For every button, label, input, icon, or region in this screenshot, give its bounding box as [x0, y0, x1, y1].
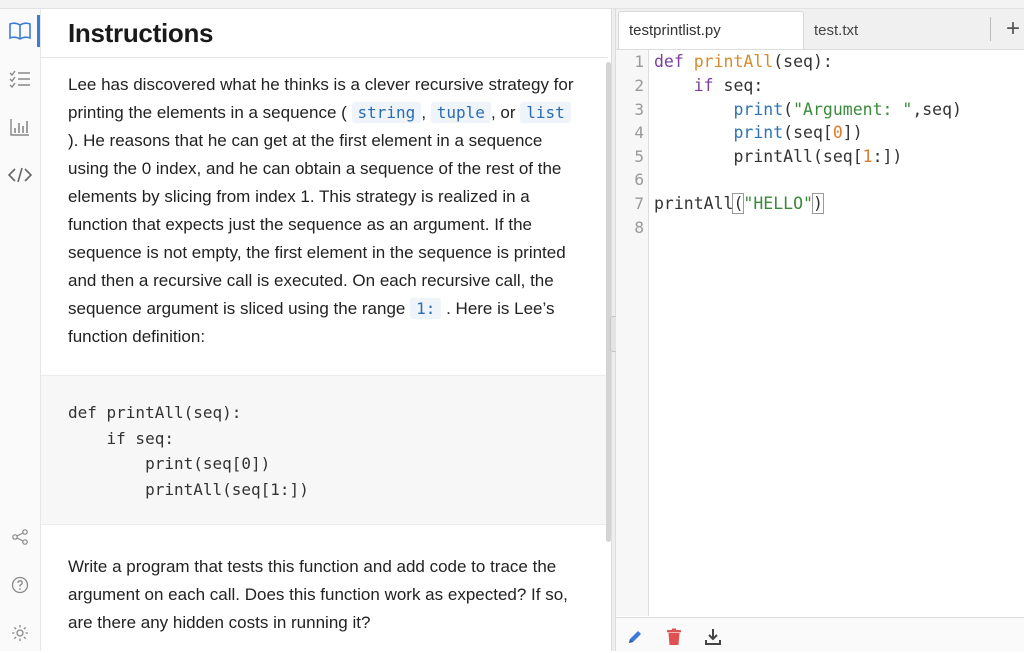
code-icon[interactable] [0, 155, 40, 195]
settings-icon[interactable] [0, 613, 40, 653]
token-string: "HELLO" [743, 194, 813, 213]
code-line: printAll(seq[1:]) [68, 479, 309, 499]
help-icon[interactable] [0, 565, 40, 605]
line-number: 1 [634, 52, 644, 71]
add-tab-button[interactable]: + [1002, 12, 1024, 46]
code-line: def printAll(seq): [68, 403, 242, 422]
tab-testprintlist[interactable]: testprintlist.py [618, 11, 804, 49]
tab-test-txt[interactable]: test.txt [804, 11, 984, 49]
share-icon[interactable] [0, 517, 40, 557]
token-bracket-match: ( [732, 193, 745, 214]
text: , [421, 103, 431, 122]
inline-code-tuple: tuple [430, 102, 491, 123]
code-editor[interactable]: def printAll(seq): if seq: print("Argume… [654, 50, 1020, 616]
token-keyword: if [693, 76, 714, 95]
trash-icon[interactable] [663, 626, 685, 648]
instructions-panel: Instructions Lee has discovered what he … [41, 9, 608, 651]
top-strip [0, 0, 1024, 9]
inline-code-list: list [520, 102, 571, 123]
code-line: print(seq[0]) [68, 454, 271, 473]
token-number: 0 [832, 123, 843, 142]
line-number: 4 [634, 123, 644, 142]
code-line: if seq: [68, 428, 174, 448]
token-text: :]) [872, 147, 903, 166]
line-number: 6 [634, 170, 644, 189]
book-icon[interactable] [0, 11, 40, 51]
token-keyword: def [654, 52, 684, 71]
token-builtin: print [733, 100, 784, 119]
download-icon[interactable] [702, 626, 724, 648]
code-line-1: def printAll(seq): [654, 52, 833, 71]
token-text: seq: [713, 76, 764, 95]
instructions-paragraph: Lee has discovered what he thinks is a c… [41, 71, 608, 351]
pencil-icon[interactable] [624, 626, 646, 648]
tab-separator [990, 17, 991, 41]
line-number: 5 [634, 147, 644, 166]
code-line-3: print("Argument: ",seq) [654, 100, 962, 119]
code-line-5: printAll(seq[1:]) [654, 147, 902, 166]
checklist-icon[interactable] [0, 59, 40, 99]
code-line-2: if seq: [654, 76, 764, 95]
inline-code-range: 1: [410, 298, 442, 319]
code-line-7: printAll("HELLO") [654, 193, 824, 214]
question-paragraph: Write a program that tests this function… [68, 557, 568, 632]
token-text: (seq): [773, 52, 833, 71]
line-number: 2 [634, 76, 644, 95]
inline-code-string: string [351, 102, 422, 123]
token-bracket-match: ) [811, 193, 824, 214]
token-text: printAll [654, 194, 734, 213]
token-text: (seq[ [783, 123, 833, 142]
line-number: 3 [634, 100, 644, 119]
line-number-gutter: 1 2 3 4 5 6 7 8 [616, 50, 649, 616]
text: , or [490, 103, 521, 122]
line-number: 7 [634, 194, 644, 213]
token-number: 1 [862, 147, 873, 166]
token-text: ( [783, 100, 794, 119]
code-line-4: print(seq[0]) [654, 123, 863, 142]
chart-icon[interactable] [0, 107, 40, 147]
token-text: printAll(seq[ [733, 147, 863, 166]
icon-rail [0, 9, 41, 651]
instructions-title: Instructions [68, 17, 214, 48]
instructions-header: Instructions [41, 9, 608, 58]
text: ). He reasons that he can get at the fir… [68, 131, 566, 318]
token-builtin: print [733, 123, 784, 142]
token-text: ]) [842, 123, 863, 142]
token-text: ,seq) [912, 100, 962, 119]
token-string: "Argument: " [793, 100, 913, 119]
token-function: printAll [693, 52, 774, 71]
editor-toolbar [616, 617, 1024, 652]
code-block: def printAll(seq): if seq: print(seq[0])… [41, 375, 608, 525]
line-number: 8 [634, 218, 644, 237]
editor-tabs: testprintlist.py test.txt + [616, 9, 1024, 50]
